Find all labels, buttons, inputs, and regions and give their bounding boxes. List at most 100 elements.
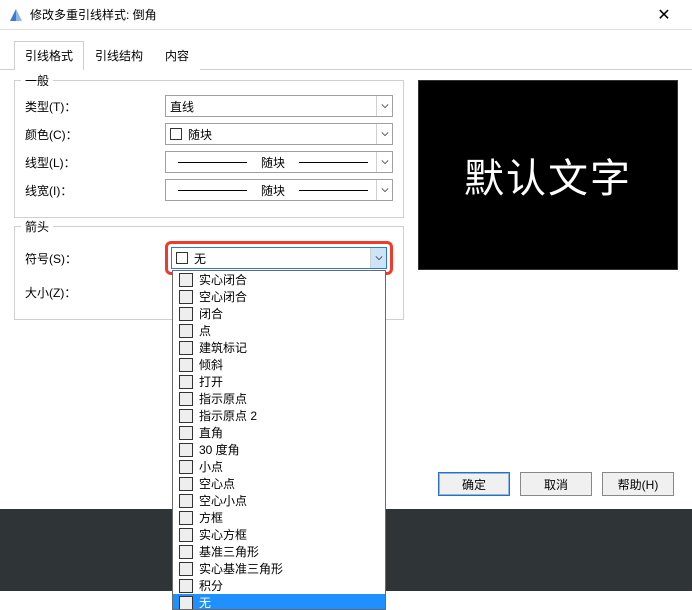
symbol-option-label: 闭合 [199, 305, 223, 322]
symbol-option-label: 30 度角 [199, 441, 240, 458]
tab-content[interactable]: 内容 [154, 41, 200, 70]
arrowhead-icon [179, 358, 193, 372]
symbol-option-label: 积分 [199, 577, 223, 594]
symbol-option[interactable]: 指示原点 [173, 390, 385, 407]
content-area: 一般 类型(T)： 直线 颜色(C)： 随块 [0, 70, 692, 338]
symbol-option[interactable]: 实心基准三角形 [173, 560, 385, 577]
symbol-option-label: 实心闭合 [199, 271, 247, 288]
chevron-down-icon [376, 180, 392, 200]
symbol-option-label: 无 [199, 594, 211, 610]
symbol-option-label: 倾斜 [199, 356, 223, 373]
symbol-option[interactable]: 30 度角 [173, 441, 385, 458]
symbol-option[interactable]: 点 [173, 322, 385, 339]
close-button[interactable]: ✕ [644, 0, 684, 30]
symbol-option-label: 建筑标记 [199, 339, 247, 356]
symbol-option[interactable]: 空心点 [173, 475, 385, 492]
window-title: 修改多重引线样式: 倒角 [30, 6, 644, 23]
titlebar: 修改多重引线样式: 倒角 ✕ [0, 0, 692, 30]
arrowhead-icon [179, 528, 193, 542]
combo-symbol[interactable]: 无 实心闭合空心闭合闭合点建筑标记倾斜打开指示原点指示原点 2直角30 度角小点… [171, 247, 387, 269]
arrowhead-icon [179, 307, 193, 321]
arrowhead-icon [179, 375, 193, 389]
dialog-buttons: 确定 取消 帮助(H) [438, 472, 674, 496]
group-arrow: 箭头 符号(S)： 无 实心闭合空心闭合闭合点建筑标记倾斜打开指示原点指示原点 … [14, 226, 404, 320]
symbol-option-label: 指示原点 2 [199, 407, 257, 424]
combo-linetype[interactable]: 随块 [165, 151, 393, 173]
cancel-button[interactable]: 取消 [520, 472, 592, 496]
symbol-option[interactable]: 直角 [173, 424, 385, 441]
symbol-option-label: 基准三角形 [199, 543, 259, 560]
none-swatch-icon [176, 252, 188, 264]
label-linetype: 线型(L)： [25, 154, 165, 171]
symbol-option-label: 打开 [199, 373, 223, 390]
symbol-option[interactable]: 指示原点 2 [173, 407, 385, 424]
symbol-option[interactable]: 空心小点 [173, 492, 385, 509]
symbol-option-label: 指示原点 [199, 390, 247, 407]
symbol-option-label: 空心点 [199, 475, 235, 492]
row-symbol: 符号(S)： 无 实心闭合空心闭合闭合点建筑标记倾斜打开指示原点指示原点 2直角… [25, 241, 393, 275]
tab-strip: 引线格式 引线结构 内容 [0, 30, 692, 70]
chevron-down-icon [376, 96, 392, 116]
tab-leader-structure[interactable]: 引线结构 [84, 41, 154, 70]
arrowhead-icon [179, 511, 193, 525]
arrowhead-icon [179, 426, 193, 440]
symbol-option-label: 空心闭合 [199, 288, 247, 305]
symbol-option[interactable]: 倾斜 [173, 356, 385, 373]
arrowhead-icon [179, 579, 193, 593]
arrowhead-icon [179, 562, 193, 576]
arrowhead-icon [179, 409, 193, 423]
arrowhead-icon [179, 545, 193, 559]
combo-color[interactable]: 随块 [165, 123, 393, 145]
line-sample-icon [178, 190, 247, 191]
row-color: 颜色(C)： 随块 [25, 123, 393, 145]
line-sample-icon [178, 162, 247, 163]
arrowhead-icon [179, 341, 193, 355]
row-type: 类型(T)： 直线 [25, 95, 393, 117]
arrowhead-icon [179, 477, 193, 491]
label-type: 类型(T)： [25, 98, 165, 115]
app-icon [8, 7, 24, 23]
arrowhead-icon [179, 596, 193, 610]
symbol-dropdown[interactable]: 实心闭合空心闭合闭合点建筑标记倾斜打开指示原点指示原点 2直角30 度角小点空心… [172, 270, 386, 610]
line-sample-icon [299, 190, 368, 191]
symbol-option[interactable]: 打开 [173, 373, 385, 390]
symbol-option-label: 直角 [199, 424, 223, 441]
combo-type-value: 直线 [170, 98, 376, 115]
symbol-option[interactable]: 实心闭合 [173, 271, 385, 288]
combo-lineweight-value: 随块 [170, 182, 376, 199]
symbol-option[interactable]: 基准三角形 [173, 543, 385, 560]
symbol-option-label: 实心基准三角形 [199, 560, 283, 577]
combo-lineweight[interactable]: 随块 [165, 179, 393, 201]
symbol-option[interactable]: 方框 [173, 509, 385, 526]
label-lineweight: 线宽(I)： [25, 182, 165, 199]
symbol-option[interactable]: 空心闭合 [173, 288, 385, 305]
label-symbol: 符号(S)： [25, 250, 165, 267]
tab-leader-format[interactable]: 引线格式 [14, 41, 84, 70]
arrowhead-icon [179, 290, 193, 304]
combo-linetype-value: 随块 [170, 154, 376, 171]
symbol-option[interactable]: 实心方框 [173, 526, 385, 543]
label-color: 颜色(C)： [25, 126, 165, 143]
arrowhead-icon [179, 460, 193, 474]
help-button[interactable]: 帮助(H) [602, 472, 674, 496]
symbol-option[interactable]: 闭合 [173, 305, 385, 322]
chevron-down-icon [376, 152, 392, 172]
symbol-option[interactable]: 小点 [173, 458, 385, 475]
highlight-annotation: 无 实心闭合空心闭合闭合点建筑标记倾斜打开指示原点指示原点 2直角30 度角小点… [165, 241, 393, 275]
group-arrow-title: 箭头 [21, 218, 53, 235]
form-column: 一般 类型(T)： 直线 颜色(C)： 随块 [14, 80, 404, 328]
group-general: 一般 类型(T)： 直线 颜色(C)： 随块 [14, 80, 404, 218]
symbol-option-label: 空心小点 [199, 492, 247, 509]
symbol-option[interactable]: 无 [173, 594, 385, 610]
ok-button[interactable]: 确定 [438, 472, 510, 496]
preview-text: 默认文字 [464, 146, 632, 204]
symbol-option-label: 点 [199, 322, 211, 339]
arrowhead-icon [179, 273, 193, 287]
combo-type[interactable]: 直线 [165, 95, 393, 117]
symbol-option-label: 实心方框 [199, 526, 247, 543]
symbol-option[interactable]: 建筑标记 [173, 339, 385, 356]
symbol-option[interactable]: 积分 [173, 577, 385, 594]
row-lineweight: 线宽(I)： 随块 [25, 179, 393, 201]
symbol-option-label: 小点 [199, 458, 223, 475]
row-linetype: 线型(L)： 随块 [25, 151, 393, 173]
